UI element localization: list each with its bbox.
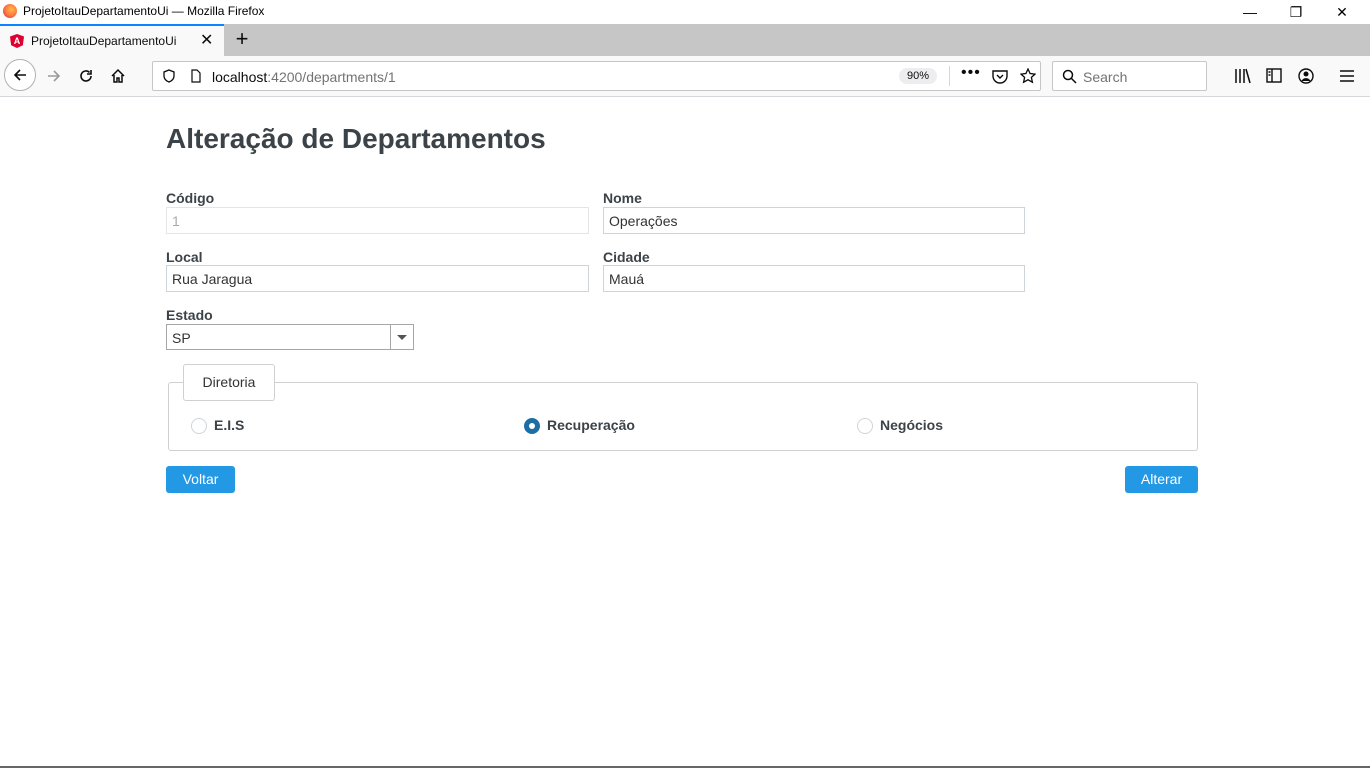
zoom-indicator[interactable]: 90% [899, 68, 937, 84]
minimize-button[interactable]: — [1227, 0, 1273, 24]
url-text[interactable]: localhost:4200/departments/1 [212, 69, 396, 85]
url-path: :4200/departments/1 [267, 69, 396, 85]
url-bar[interactable]: localhost:4200/departments/1 90% ••• [152, 61, 1041, 91]
nome-field[interactable]: Operações [603, 207, 1025, 234]
chevron-down-icon [397, 334, 407, 340]
radio-recuperacao[interactable] [524, 418, 540, 434]
account-icon[interactable] [1298, 68, 1314, 84]
dropdown-trigger[interactable] [390, 325, 413, 349]
estado-dropdown[interactable]: SP [166, 324, 414, 350]
url-host: localhost [212, 69, 268, 85]
radio-label-negocios[interactable]: Negócios [880, 417, 943, 433]
window-title: ProjetoItauDepartamentoUi — Mozilla Fire… [23, 4, 265, 18]
shield-icon[interactable] [162, 69, 176, 83]
local-field[interactable]: Rua Jaragua [166, 265, 589, 292]
radio-label-eis[interactable]: E.I.S [214, 417, 244, 433]
voltar-button[interactable]: Voltar [166, 466, 235, 493]
estado-selected-value: SP [172, 330, 191, 346]
navigation-toolbar: localhost:4200/departments/1 90% ••• Sea… [0, 56, 1370, 97]
radio-negocios[interactable] [857, 418, 873, 434]
page-title: Alteração de Departamentos [166, 123, 546, 154]
tab-strip: A ProjetoItauDepartamentoUi ✕ + [0, 24, 1370, 56]
page-content: Alteração de Departamentos Código 1 Nome… [0, 97, 1370, 774]
forward-button[interactable] [39, 61, 69, 91]
nome-label: Nome [603, 190, 642, 206]
local-label: Local [166, 249, 203, 265]
reload-button[interactable] [71, 61, 101, 91]
cidade-label: Cidade [603, 249, 650, 265]
forward-icon [48, 70, 61, 82]
back-button[interactable] [4, 59, 36, 91]
window-titlebar: ProjetoItauDepartamentoUi — Mozilla Fire… [0, 0, 1370, 24]
tab-close-icon[interactable]: ✕ [200, 30, 213, 50]
tab-label: ProjetoItauDepartamentoUi [31, 34, 177, 48]
page-info-icon[interactable] [189, 69, 203, 83]
diretoria-legend: Diretoria [183, 364, 275, 401]
more-icon[interactable]: ••• [961, 64, 981, 82]
estado-label: Estado [166, 307, 213, 323]
cidade-field[interactable]: Mauá [603, 265, 1025, 292]
radio-eis[interactable] [191, 418, 207, 434]
taskbar-edge [0, 766, 1370, 768]
codigo-field: 1 [166, 207, 589, 234]
search-placeholder: Search [1083, 69, 1128, 85]
home-icon [111, 68, 125, 83]
pocket-icon[interactable] [992, 69, 1008, 84]
search-bar[interactable]: Search [1052, 61, 1207, 91]
diretoria-fieldset [168, 382, 1198, 451]
angular-favicon-icon: A [10, 34, 24, 48]
sidebar-icon[interactable] [1266, 68, 1282, 83]
back-icon [13, 69, 26, 81]
home-button[interactable] [103, 61, 133, 91]
firefox-logo-icon [3, 4, 17, 18]
search-icon [1062, 69, 1077, 84]
alterar-button[interactable]: Alterar [1125, 466, 1198, 493]
reload-icon [80, 70, 92, 82]
url-divider [949, 66, 950, 86]
menu-icon[interactable] [1339, 69, 1355, 83]
restore-button[interactable]: ❐ [1273, 0, 1319, 24]
close-window-button[interactable]: ✕ [1319, 0, 1365, 24]
new-tab-button[interactable]: + [230, 26, 254, 52]
codigo-label: Código [166, 190, 215, 206]
bookmark-star-icon[interactable] [1020, 68, 1036, 84]
radio-label-recuperacao[interactable]: Recuperação [547, 417, 635, 433]
tab-active[interactable]: A ProjetoItauDepartamentoUi ✕ [0, 24, 224, 56]
library-icon[interactable] [1234, 68, 1252, 84]
